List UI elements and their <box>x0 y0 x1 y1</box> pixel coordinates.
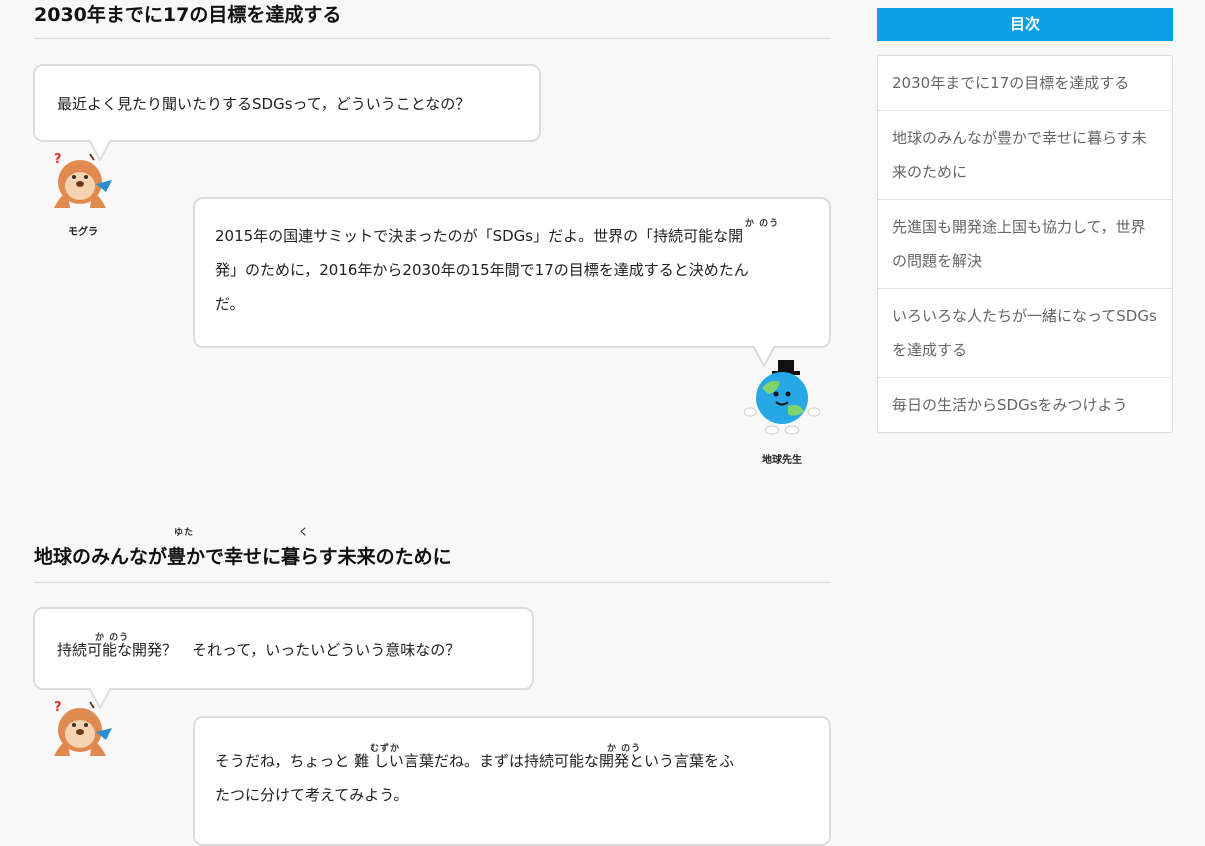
mole-speech-bubble-1: 最近よく見たり聞いたりするSDGsって，どういうことなの？ <box>33 64 541 142</box>
mole-speech-text-1: 最近よく見たり聞いたりするSDGsって，どういうことなの？ <box>57 95 471 113</box>
mole-character-icon: ? <box>54 152 112 208</box>
ruby-yuta: ゆた <box>174 528 195 538</box>
section-heading-2-text: 地球のみんなが豊かで幸せに暮らす未来のために <box>34 546 452 568</box>
ruby-kanou: か のう <box>607 744 642 754</box>
section-heading-2: 地球のみんなが豊かで幸せに暮らす未来のために <box>34 544 831 583</box>
earth-teacher-icon <box>744 360 820 435</box>
toc-item-1[interactable]: 2030年までに17の目標を達成する <box>878 56 1172 111</box>
earth-speech-bubble-1: か のう 2015年の国連サミットで決まったのが「SDGs」だよ。世界の「持続可… <box>193 197 831 348</box>
section-heading-1-text: 2030年までに17の目標を達成する <box>34 4 342 26</box>
ruby-ku: く <box>299 528 310 538</box>
toc-title: 目次 <box>877 8 1173 41</box>
toc-item-5[interactable]: 毎日の生活からSDGsをみつけよう <box>878 378 1172 432</box>
earth-speech-line-3: だ。 <box>215 295 245 313</box>
toc-item-4[interactable]: いろいろな人たちが一緒になってSDGsを達成する <box>878 289 1172 378</box>
toc-item-2[interactable]: 地球のみんなが豊かで幸せに暮らす未来のために <box>878 111 1172 200</box>
ruby-muzu: むずか <box>370 744 401 754</box>
ruby-kanou: か のう <box>745 219 780 229</box>
earth-speech-line-2: 発」のために，2016年から2030年の15年間で17の目標を達成すると決めたん <box>215 261 749 279</box>
ruby-kanou: か のう <box>95 633 130 643</box>
mole-character-icon: ? <box>54 700 112 756</box>
question-mark-icon: ? <box>54 700 62 715</box>
earth-speech-line-1: 2015年の国連サミットで決まったのが「SDGs」だよ。世界の「持続可能な開 <box>215 227 744 245</box>
toc-list: 2030年までに17の目標を達成する 地球のみんなが豊かで幸せに暮らす未来のため… <box>877 55 1173 433</box>
earth-speech-line-2: たつに分けて考えてみよう。 <box>215 786 409 804</box>
mole-speech-bubble-2: か のう 持続可能な開発？ それって，いったいどういう意味なの？ <box>33 607 534 690</box>
toc-item-3[interactable]: 先進国も開発途上国も協力して，世界の問題を解決 <box>878 200 1172 289</box>
section-heading-1: 2030年までに17の目標を達成する <box>34 4 831 39</box>
question-mark-icon: ? <box>54 152 62 167</box>
earth-speech-line-1: そうだね，ちょっと 難 しい言葉だね。まずは持続可能な開発という言葉をふ <box>215 752 734 770</box>
mole-name-label: モグラ <box>68 227 98 238</box>
earth-name-label: 地球先生 <box>762 455 802 466</box>
